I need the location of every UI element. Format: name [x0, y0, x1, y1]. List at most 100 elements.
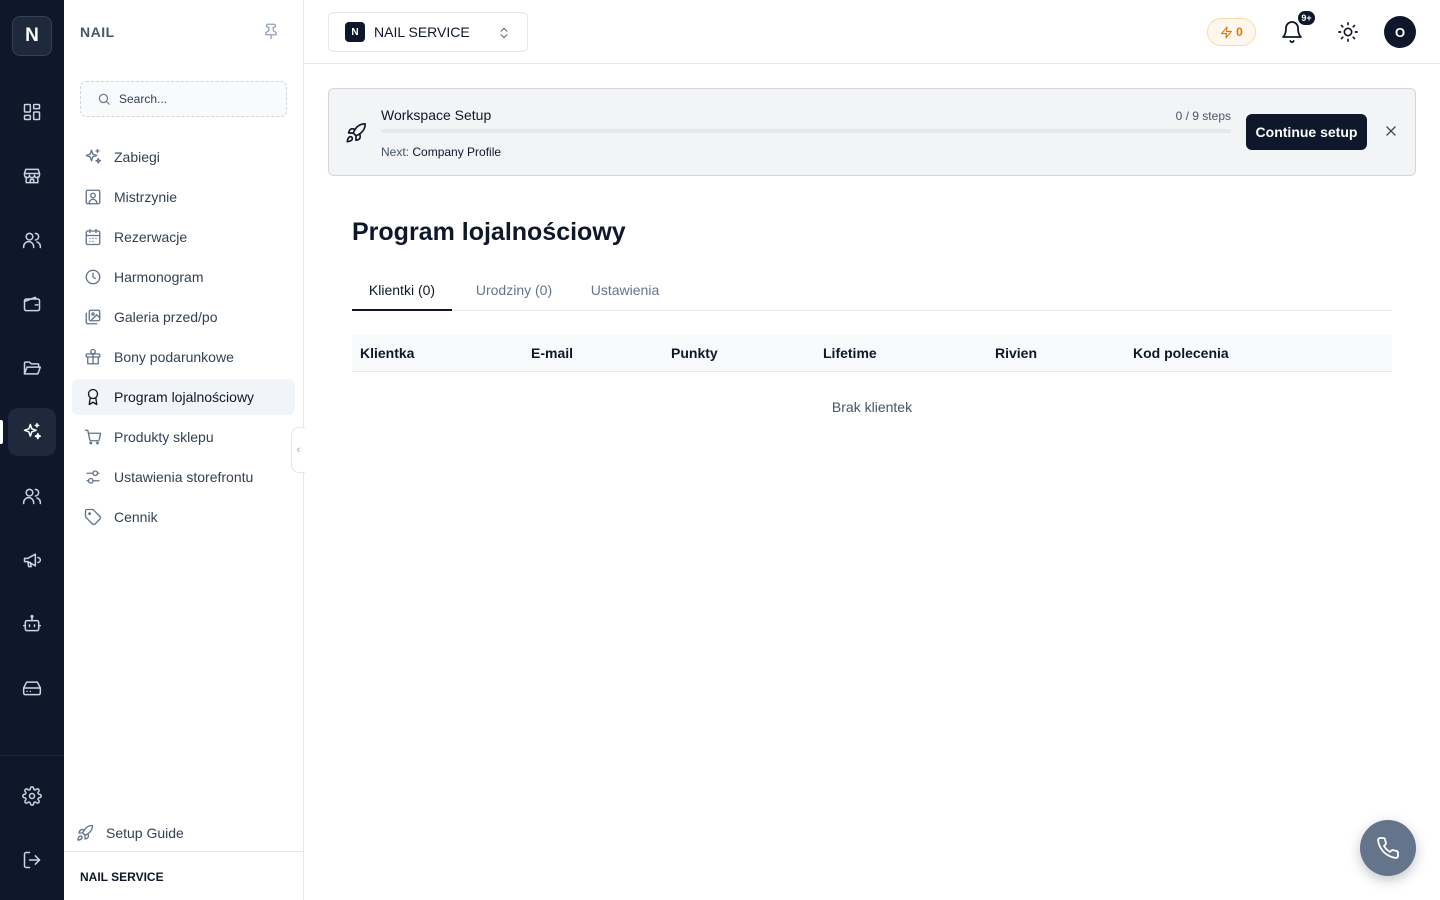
rail-bot[interactable] [8, 600, 56, 648]
tab-urodziny[interactable]: Urodziny (0) [464, 272, 564, 311]
rail-folder[interactable] [8, 344, 56, 392]
cart-icon [84, 429, 102, 445]
rail-users[interactable] [8, 216, 56, 264]
icon-rail: N [0, 0, 64, 900]
bot-icon [22, 614, 42, 632]
logout-icon [23, 851, 41, 869]
column-header[interactable]: Kod polecenia [1133, 345, 1229, 361]
sidebar-item-mistrzynie[interactable]: Mistrzynie [72, 179, 295, 215]
sidebar: NAIL Zabiegi Mistrzynie Rezerwacje Harmo… [64, 0, 304, 900]
app-logo[interactable]: N [12, 16, 52, 56]
rail-divider [0, 755, 64, 756]
search-box [80, 81, 287, 117]
clock-icon [85, 269, 101, 285]
rocket-icon [77, 824, 94, 841]
credits-badge[interactable]: 0 [1207, 18, 1256, 46]
sidebar-item-label: Cennik [114, 509, 158, 525]
table-header: Klientka E-mail Punkty Lifetime Rivien K… [352, 335, 1392, 372]
sidebar-collapse-handle[interactable]: ‹ [291, 427, 305, 473]
chevron-left-icon: ‹ [296, 444, 301, 456]
sparkles-icon [85, 148, 102, 164]
store-icon [23, 168, 41, 184]
sidebar-item-label: Harmonogram [114, 269, 204, 285]
workspace-badge: N [345, 22, 365, 42]
tabs: Klientki (0) Urodziny (0) Ustawienia [352, 272, 1392, 311]
rail-store[interactable] [8, 152, 56, 200]
rail-storage[interactable] [8, 664, 56, 712]
setup-title: Workspace Setup [381, 107, 492, 123]
sidebar-item-program-lojalnosciowy[interactable]: Program lojalnościowy [72, 379, 295, 415]
setup-next-value: Company Profile [412, 145, 502, 159]
search-input[interactable] [119, 92, 269, 106]
settings-icon [22, 786, 42, 806]
chevrons-up-down-icon [500, 27, 508, 39]
sidebar-item-label: Bony podarunkowe [114, 349, 234, 365]
sidebar-item-label: Produkty sklepu [114, 429, 214, 445]
sidebar-item-cennik[interactable]: Cennik [72, 499, 295, 535]
gallery-icon [85, 309, 101, 325]
column-header[interactable]: Punkty [671, 345, 718, 361]
column-header[interactable]: E-mail [531, 345, 573, 361]
calendar-icon [85, 228, 101, 246]
setup-steps-count: 0 / 9 steps [1175, 109, 1231, 123]
sidebar-item-label: Rezerwacje [114, 229, 188, 245]
setup-guide-link[interactable]: Setup Guide [76, 821, 184, 845]
continue-setup-button[interactable]: Continue setup [1246, 114, 1367, 150]
lightning-icon [1221, 26, 1233, 38]
wallet-icon [23, 296, 41, 312]
call-button[interactable] [1360, 820, 1416, 876]
users-icon [22, 232, 42, 249]
sidebar-brand: NAIL [80, 24, 115, 40]
rail-wallet[interactable] [8, 280, 56, 328]
sidebar-item-rezerwacje[interactable]: Rezerwacje [72, 219, 295, 255]
column-header[interactable]: Lifetime [823, 345, 877, 361]
notification-count-badge: 9+ [1297, 10, 1316, 26]
loyalty-table: Klientka E-mail Punkty Lifetime Rivien K… [352, 335, 1392, 442]
folder-icon [23, 361, 42, 375]
credits-count: 0 [1236, 25, 1243, 39]
user-square-icon [85, 189, 101, 205]
sidebar-item-label: Zabiegi [114, 149, 160, 165]
setup-next-label: Next: [381, 145, 410, 159]
sidebar-item-label: Program lojalnościowy [114, 389, 255, 405]
empty-state-text: Brak klientek [831, 399, 913, 415]
tab-klientki[interactable]: Klientki (0) [352, 272, 452, 311]
user-avatar[interactable]: O [1384, 16, 1416, 48]
rail-sparkles[interactable] [0, 408, 56, 456]
phone-icon [1377, 837, 1399, 859]
sidebar-item-zabiegi[interactable]: Zabiegi [72, 139, 295, 175]
rail-marketing[interactable] [8, 536, 56, 584]
rail-dashboard[interactable] [8, 88, 56, 136]
search-icon [98, 93, 110, 105]
pin-icon[interactable] [262, 22, 280, 40]
tab-ustawienia[interactable]: Ustawienia [580, 272, 670, 311]
rail-settings[interactable] [8, 772, 56, 820]
setup-guide-label: Setup Guide [106, 825, 184, 841]
sidebar-item-bony[interactable]: Bony podarunkowe [72, 339, 295, 375]
sun-icon[interactable] [1337, 21, 1359, 43]
column-header[interactable]: Rivien [995, 345, 1037, 361]
sidebar-item-ustawienia-storefrontu[interactable]: Ustawienia storefrontu [72, 459, 295, 495]
sidebar-item-harmonogram[interactable]: Harmonogram [72, 259, 295, 295]
tag-icon [84, 508, 102, 526]
workspace-switcher[interactable]: N NAIL SERVICE [328, 12, 528, 52]
rail-logout[interactable] [8, 836, 56, 884]
sidebar-item-label: Mistrzynie [114, 189, 178, 205]
workspace-name: NAIL SERVICE [374, 24, 470, 40]
gift-icon [85, 348, 101, 365]
award-icon [87, 388, 99, 406]
sidebar-item-produkty[interactable]: Produkty sklepu [72, 419, 295, 455]
close-icon[interactable] [1384, 124, 1398, 138]
storage-icon [22, 681, 42, 696]
sidebar-item-galeria[interactable]: Galeria przed/po [72, 299, 295, 335]
sidebar-nav: Zabiegi Mistrzynie Rezerwacje Harmonogra… [72, 139, 295, 539]
sidebar-item-label: Galeria przed/po [114, 309, 218, 325]
sliders-icon [86, 470, 100, 484]
megaphone-icon [23, 553, 42, 568]
sparkles-icon [23, 422, 42, 440]
rail-team[interactable] [8, 472, 56, 520]
setup-progress-bar [381, 129, 1231, 133]
top-header: N NAIL SERVICE 0 9+ O [304, 0, 1440, 64]
column-header[interactable]: Klientka [360, 345, 414, 361]
setup-next-step: Next: Company Profile [381, 145, 501, 159]
